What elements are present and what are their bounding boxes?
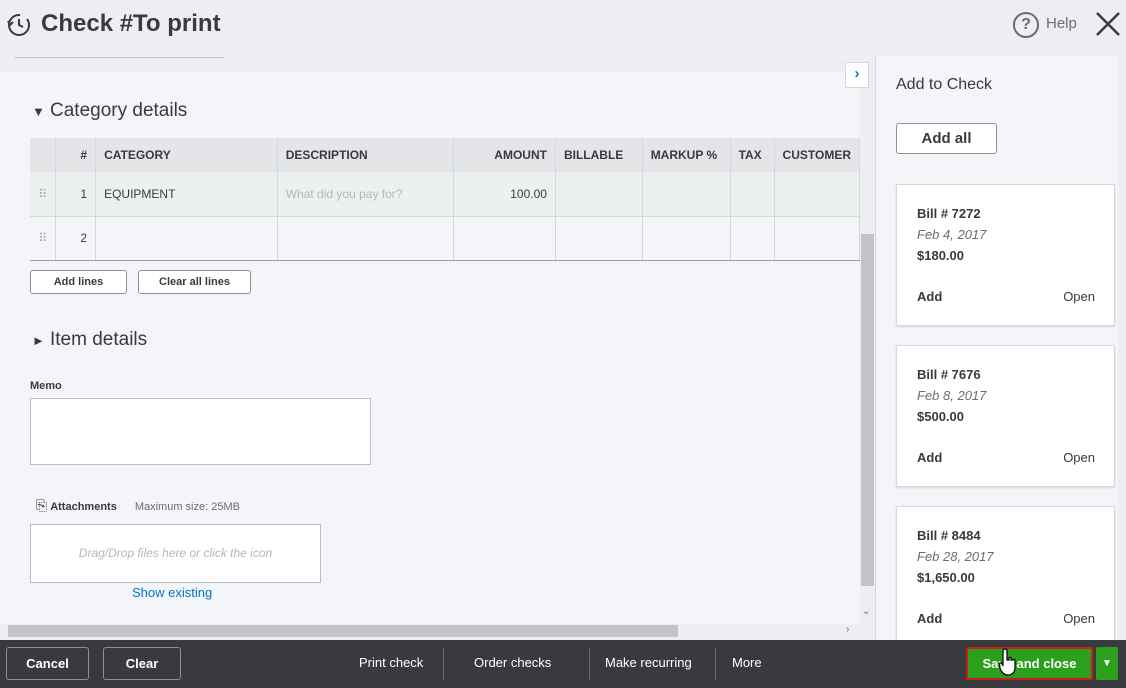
add-lines-button[interactable]: Add lines — [30, 270, 127, 294]
caret-down-icon: ▼ — [32, 104, 45, 119]
add-all-button[interactable]: Add all — [896, 123, 997, 154]
bill-amount: $1,650.00 — [917, 570, 975, 585]
drag-handle-icon[interactable]: ⠿ — [30, 216, 57, 261]
row-number: 2 — [55, 216, 97, 261]
amount-cell[interactable] — [453, 216, 556, 261]
description-cell[interactable] — [277, 216, 454, 261]
drag-handle-icon[interactable]: ⠿ — [30, 172, 57, 217]
max-size-note: Maximum size: 25MB — [134, 501, 240, 513]
collapse-panel-chevron-icon[interactable]: › — [845, 62, 869, 88]
tax-cell[interactable] — [730, 172, 775, 217]
horizontal-scrollbar[interactable]: › — [0, 624, 860, 640]
clear-button[interactable]: Clear — [103, 647, 181, 680]
attachments-header: ⎘ Attachments Maximum size: 25MB — [36, 497, 240, 514]
category-cell[interactable] — [95, 216, 278, 261]
history-icon[interactable] — [6, 12, 32, 38]
column-header-tax: TAX — [730, 138, 775, 172]
clear-all-lines-button[interactable]: Clear all lines — [138, 270, 251, 294]
bill-number: Bill # 7272 — [917, 206, 981, 221]
scroll-right-icon[interactable]: › — [846, 624, 849, 635]
more-link[interactable]: More — [732, 655, 762, 670]
bill-open-link[interactable]: Open — [1063, 450, 1095, 465]
row-number: 1 — [55, 172, 97, 217]
category-details-heading: Category details — [50, 100, 188, 121]
item-details-toggle[interactable]: ► Item details — [30, 329, 147, 351]
bill-add-link[interactable]: Add — [917, 450, 942, 465]
table-header-row: # CATEGORY DESCRIPTION AMOUNT BILLABLE M… — [30, 138, 860, 172]
vertical-scroll-thumb[interactable] — [861, 234, 874, 586]
bill-number: Bill # 7676 — [917, 367, 981, 382]
bill-open-link[interactable]: Open — [1063, 289, 1095, 304]
bill-date: Feb 4, 2017 — [917, 227, 987, 242]
bill-open-link[interactable]: Open — [1063, 611, 1095, 626]
markup-cell[interactable] — [642, 216, 731, 261]
bill-card: Bill # 7676 Feb 8, 2017 $500.00 Add Open — [896, 345, 1115, 487]
footer-divider — [715, 648, 716, 680]
caret-right-icon: ► — [32, 333, 45, 348]
help-icon[interactable]: ? — [1013, 12, 1039, 38]
column-header-customer: CUSTOMER — [774, 138, 860, 172]
header-field-strip — [0, 56, 860, 72]
description-cell[interactable]: What did you pay for? — [277, 172, 454, 217]
print-check-link[interactable]: Print check — [359, 655, 423, 670]
column-header-billable: BILLABLE — [555, 138, 643, 172]
horizontal-scroll-thumb[interactable] — [8, 625, 678, 637]
item-details-heading: Item details — [50, 329, 148, 350]
column-header-markup: MARKUP % — [642, 138, 731, 172]
form-body: ▼ Category details # CATEGORY DESCRIPTION… — [0, 56, 860, 624]
customer-cell[interactable] — [774, 172, 860, 217]
scroll-down-icon[interactable]: ⌄ — [862, 606, 870, 617]
footer-divider — [443, 648, 444, 680]
billable-cell[interactable] — [555, 172, 643, 217]
cancel-button[interactable]: Cancel — [6, 647, 89, 680]
payee-field-edge[interactable] — [14, 56, 224, 58]
footer-bar: Cancel Clear Print check Order checks Ma… — [0, 640, 1126, 688]
close-icon[interactable] — [1094, 10, 1122, 38]
memo-label: Memo — [30, 380, 62, 392]
customer-cell[interactable] — [774, 216, 860, 261]
bill-add-link[interactable]: Add — [917, 289, 942, 304]
attachment-dropzone[interactable]: Drag/Drop files here or click the icon — [30, 524, 321, 583]
save-and-close-button[interactable]: Save and close — [966, 647, 1093, 680]
bill-card: Bill # 7272 Feb 4, 2017 $180.00 Add Open — [896, 184, 1115, 326]
table-row[interactable]: ⠿ 2 — [30, 216, 860, 261]
table-row[interactable]: ⠿ 1 EQUIPMENT What did you pay for? 100.… — [30, 172, 860, 217]
bill-add-link[interactable]: Add — [917, 611, 942, 626]
bill-amount: $180.00 — [917, 248, 964, 263]
bill-date: Feb 28, 2017 — [917, 549, 994, 564]
tax-cell[interactable] — [730, 216, 775, 261]
help-label[interactable]: Help — [1046, 15, 1077, 32]
drag-column-header — [30, 138, 57, 172]
column-header-num: # — [55, 138, 97, 172]
paperclip-icon[interactable]: ⎘ — [36, 497, 47, 514]
window-header: Check #To print ? Help — [0, 0, 1126, 56]
billable-cell[interactable] — [555, 216, 643, 261]
order-checks-link[interactable]: Order checks — [474, 655, 551, 670]
save-options-chevron-down-icon[interactable]: ▼ — [1096, 647, 1118, 680]
page-title: Check #To print — [41, 10, 221, 37]
bill-number: Bill # 8484 — [917, 528, 981, 543]
add-to-check-panel: Add to Check Add all Bill # 7272 Feb 4, … — [875, 56, 1118, 640]
panel-scrollbar[interactable] — [1118, 56, 1126, 640]
footer-divider — [589, 648, 590, 680]
column-header-description: DESCRIPTION — [277, 138, 454, 172]
panel-title: Add to Check — [896, 76, 993, 93]
category-table: # CATEGORY DESCRIPTION AMOUNT BILLABLE M… — [30, 138, 860, 261]
bill-date: Feb 8, 2017 — [917, 388, 987, 403]
column-header-category: CATEGORY — [95, 138, 278, 172]
bill-amount: $500.00 — [917, 409, 964, 424]
category-cell[interactable]: EQUIPMENT — [95, 172, 278, 217]
bill-card: Bill # 8484 Feb 28, 2017 $1,650.00 Add O… — [896, 506, 1115, 640]
category-details-toggle[interactable]: ▼ Category details — [30, 100, 187, 122]
amount-cell[interactable]: 100.00 — [453, 172, 556, 217]
make-recurring-link[interactable]: Make recurring — [605, 655, 692, 670]
memo-field[interactable] — [30, 398, 371, 465]
hand-cursor-icon — [999, 648, 1016, 676]
markup-cell[interactable] — [642, 172, 731, 217]
vertical-scrollbar[interactable]: ⌄ — [860, 56, 875, 640]
column-header-amount: AMOUNT — [453, 138, 556, 172]
attachments-label: Attachments — [50, 501, 117, 513]
show-existing-link[interactable]: Show existing — [132, 585, 212, 600]
